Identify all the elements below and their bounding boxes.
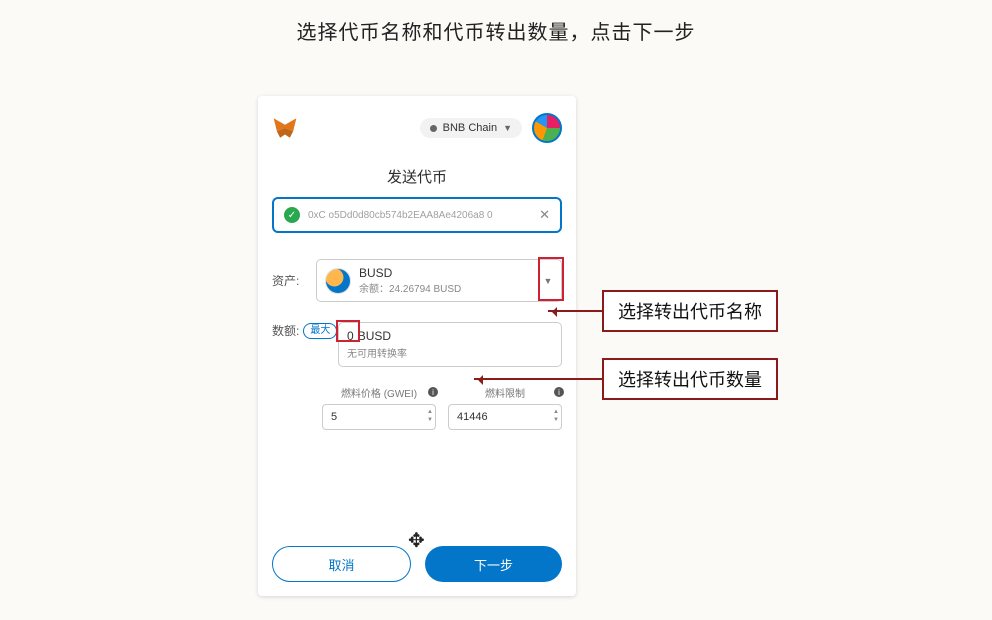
asset-selector[interactable]: BUSD 余额：24.26794 BUSD ▼ <box>316 259 562 302</box>
callout-amount-text: 选择转出代币数量 <box>602 358 778 400</box>
amount-label: 数额: <box>272 322 299 339</box>
token-balance: 余额：24.26794 BUSD <box>359 280 535 295</box>
wallet-window: BNB Chain ▼ 发送代币 ✓ 0xC o5Dd0d80cb574b2EA… <box>258 96 576 596</box>
amount-unit: BUSD <box>358 329 391 343</box>
metamask-fox-icon <box>272 115 298 141</box>
chevron-down-icon: ▼ <box>503 123 512 133</box>
clear-address-icon[interactable]: ✕ <box>539 207 550 223</box>
cancel-button[interactable]: 取消 <box>272 546 411 582</box>
info-icon[interactable]: i <box>428 387 438 397</box>
network-label: BNB Chain <box>443 122 497 134</box>
callout-amount: 选择转出代币数量 <box>474 358 778 400</box>
gas-price-input[interactable] <box>322 404 436 430</box>
account-avatar[interactable] <box>532 113 562 143</box>
asset-label: 资产: <box>272 272 316 289</box>
gas-limit-input[interactable] <box>448 404 562 430</box>
token-symbol: BUSD <box>359 266 535 280</box>
check-icon: ✓ <box>284 207 300 223</box>
stepper-icon[interactable]: ▲▼ <box>553 408 559 424</box>
amount-value: 0 <box>347 329 354 343</box>
network-selector[interactable]: BNB Chain ▼ <box>420 118 522 138</box>
chevron-down-icon: ▼ <box>543 276 553 286</box>
callout-asset-text: 选择转出代币名称 <box>602 290 778 332</box>
page-instruction: 选择代币名称和代币转出数量，点击下一步 <box>0 16 992 45</box>
gas-price-label: 燃料价格 (GWEI) <box>322 385 436 400</box>
asset-row: 资产: BUSD 余额：24.26794 BUSD ▼ <box>272 259 562 302</box>
callout-asset: 选择转出代币名称 <box>548 290 778 332</box>
stepper-icon[interactable]: ▲▼ <box>427 408 433 424</box>
cursor-move-icon: ✥ <box>408 528 425 553</box>
max-button[interactable]: 最大 <box>303 323 337 339</box>
recipient-address-box[interactable]: ✓ 0xC o5Dd0d80cb574b2EAA8Ae4206a8 0 ✕ <box>272 197 562 233</box>
recipient-address-value: 0xC o5Dd0d80cb574b2EAA8Ae4206a8 0 <box>308 210 531 221</box>
send-title: 发送代币 <box>272 166 562 187</box>
token-icon <box>325 268 351 294</box>
top-bar: BNB Chain ▼ <box>272 110 562 146</box>
network-dot-icon <box>430 125 437 132</box>
next-button[interactable]: 下一步 <box>425 546 562 582</box>
